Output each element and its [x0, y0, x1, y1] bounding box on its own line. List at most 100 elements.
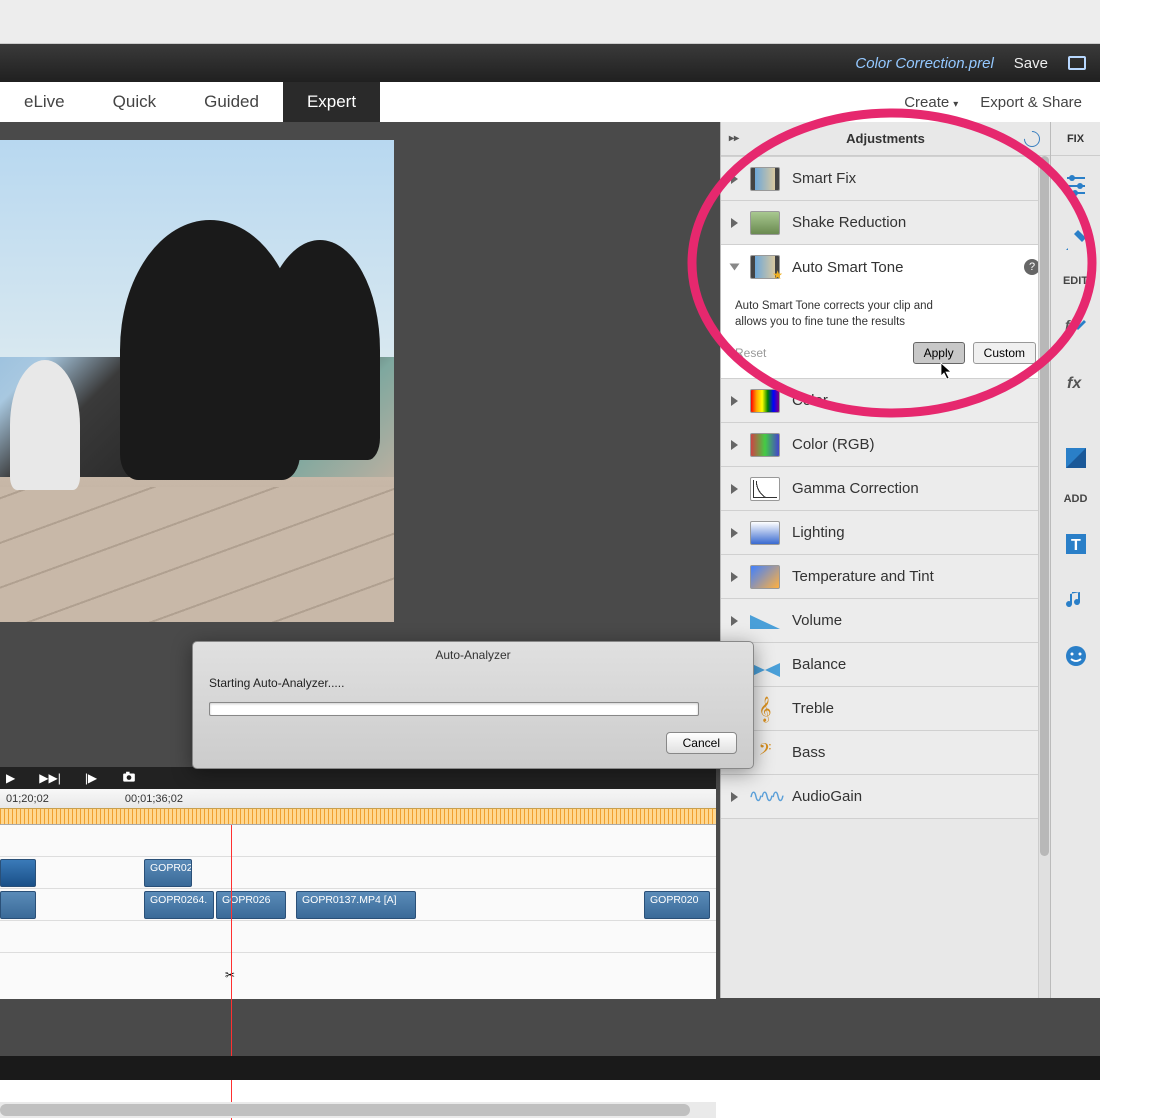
- rail-tools-button[interactable]: [1051, 212, 1100, 268]
- rail-graphics-button[interactable]: [1051, 628, 1100, 684]
- rail-fx-button[interactable]: fx: [1051, 354, 1100, 410]
- adj-label: Auto Smart Tone: [792, 259, 903, 276]
- collapse-icon: [730, 264, 740, 271]
- adj-temperature-tint[interactable]: Temperature and Tint: [721, 555, 1050, 599]
- expand-icon: [731, 174, 738, 184]
- adj-label: Smart Fix: [792, 170, 856, 187]
- adj-label: Temperature and Tint: [792, 568, 934, 585]
- auto-smart-tone-detail: Auto Smart Tone corrects your clip and a…: [721, 289, 1050, 379]
- audio-gain-icon: ∿∿∿: [750, 785, 780, 809]
- adj-volume[interactable]: Volume: [721, 599, 1050, 643]
- razor-tool-icon[interactable]: ✂: [225, 968, 241, 984]
- adj-auto-smart-tone[interactable]: ★ Auto Smart Tone ?: [721, 245, 1050, 289]
- timeline-clip[interactable]: GOPR020: [644, 891, 710, 919]
- adj-label: Shake Reduction: [792, 214, 906, 231]
- tab-guided[interactable]: Guided: [180, 82, 283, 122]
- workspace: ▶ ▶▶| |▶ 01;20;02 00;01;36;02 GOPR02 GOP…: [0, 122, 1100, 1080]
- adj-gamma-correction[interactable]: Gamma Correction: [721, 467, 1050, 511]
- timeline-tick-ruler[interactable]: [0, 809, 716, 825]
- expand-icon: [731, 484, 738, 494]
- collapse-panel-icon[interactable]: ▸▸: [729, 133, 739, 144]
- tab-expert[interactable]: Expert: [283, 82, 380, 122]
- adj-color[interactable]: Color: [721, 379, 1050, 423]
- auto-smart-tone-description: Auto Smart Tone corrects your clip and a…: [735, 299, 955, 330]
- apply-button[interactable]: Apply: [913, 342, 965, 364]
- rail-adjust-button[interactable]: [1051, 156, 1100, 212]
- right-rail: FIX EDIT fx fx ADD T: [1050, 122, 1100, 998]
- adj-smart-fix[interactable]: Smart Fix: [721, 157, 1050, 201]
- progress-bar: [209, 702, 699, 716]
- create-menu[interactable]: Create: [904, 94, 958, 111]
- adj-label: Gamma Correction: [792, 480, 919, 497]
- adj-shake-reduction[interactable]: Shake Reduction: [721, 201, 1050, 245]
- panel-header-adjustments: ▸▸ Adjustments: [721, 122, 1050, 156]
- timeline-clip[interactable]: GOPR026: [216, 891, 286, 919]
- expand-icon: [731, 572, 738, 582]
- rail-fix-label: FIX: [1051, 122, 1100, 156]
- adj-label: Treble: [792, 700, 834, 717]
- svg-text:fx: fx: [1065, 317, 1079, 333]
- adj-lighting[interactable]: Lighting: [721, 511, 1050, 555]
- adj-bass[interactable]: 𝄢 Bass: [721, 731, 1050, 775]
- timeline-clip[interactable]: GOPR0264.: [144, 891, 214, 919]
- timeline-clip[interactable]: GOPR02: [144, 859, 192, 887]
- track-video-2[interactable]: [0, 825, 716, 857]
- rail-edit-label: EDIT: [1051, 268, 1100, 298]
- timeline-scrollbar[interactable]: [0, 1102, 716, 1118]
- rail-titles-button[interactable]: T: [1051, 516, 1100, 572]
- timeline-clip[interactable]: GOPR0137.MP4 [A]: [296, 891, 416, 919]
- timecode-ruler[interactable]: 01;20;02 00;01;36;02: [0, 789, 716, 809]
- timecode-1: 01;20;02: [6, 793, 49, 805]
- app-footer: [0, 1056, 1100, 1080]
- temperature-icon: [750, 565, 780, 589]
- snapshot-button[interactable]: [121, 770, 137, 787]
- timecode-2: 00;01;36;02: [125, 793, 183, 805]
- auto-analyzer-dialog: Auto-Analyzer Starting Auto-Analyzer....…: [192, 641, 754, 769]
- adj-audio-gain[interactable]: ∿∿∿ AudioGain: [721, 775, 1050, 819]
- scrollbar-thumb[interactable]: [0, 1104, 690, 1116]
- rail-music-button[interactable]: [1051, 572, 1100, 628]
- svg-text:fx: fx: [1067, 375, 1082, 392]
- panel-scrollbar[interactable]: [1038, 156, 1050, 998]
- track-video-1[interactable]: GOPR02: [0, 857, 716, 889]
- step-button[interactable]: |▶: [85, 771, 97, 785]
- mode-tabs: eLive Quick Guided Expert Create Export …: [0, 82, 1100, 122]
- custom-button[interactable]: Custom: [973, 342, 1036, 364]
- undo-icon[interactable]: [1021, 127, 1044, 150]
- smart-fix-icon: [750, 167, 780, 191]
- cancel-button[interactable]: Cancel: [666, 732, 737, 754]
- expand-icon: [731, 396, 738, 406]
- title-bar: Color Correction.prel Save: [0, 44, 1100, 82]
- svg-text:T: T: [1071, 537, 1081, 554]
- track-audio-2[interactable]: [0, 921, 716, 953]
- track-audio-1[interactable]: GOPR0264. GOPR026 GOPR0137.MP4 [A] GOPR0…: [0, 889, 716, 921]
- tab-elive[interactable]: eLive: [0, 82, 89, 122]
- tab-quick[interactable]: Quick: [89, 82, 180, 122]
- play-button[interactable]: ▶: [6, 771, 15, 785]
- video-preview[interactable]: [0, 140, 394, 622]
- timeline-clip[interactable]: [0, 891, 36, 919]
- project-filename: Color Correction.prel: [855, 55, 993, 72]
- panel-title: Adjustments: [846, 131, 925, 146]
- adj-treble[interactable]: 𝄞 Treble: [721, 687, 1050, 731]
- adj-balance[interactable]: Balance: [721, 643, 1050, 687]
- adj-color-rgb[interactable]: Color (RGB): [721, 423, 1050, 467]
- expand-icon: [731, 528, 738, 538]
- fullscreen-icon[interactable]: [1068, 56, 1086, 70]
- rail-fx-edit-button[interactable]: fx: [1051, 298, 1100, 354]
- timeline-clip[interactable]: [0, 859, 36, 887]
- export-share-button[interactable]: Export & Share: [980, 94, 1082, 111]
- gamma-icon: [750, 477, 780, 501]
- timeline[interactable]: GOPR02 GOPR0264. GOPR026 GOPR0137.MP4 [A…: [0, 825, 716, 999]
- balance-icon: [750, 653, 780, 677]
- scrollbar-thumb[interactable]: [1040, 156, 1049, 856]
- adj-label: Color: [792, 392, 828, 409]
- reset-link[interactable]: Reset: [735, 346, 766, 360]
- save-button[interactable]: Save: [1014, 55, 1048, 72]
- treble-clef-icon: 𝄞: [750, 697, 780, 721]
- adj-label: Bass: [792, 744, 825, 761]
- next-frame-button[interactable]: ▶▶|: [39, 771, 61, 785]
- volume-icon: [750, 609, 780, 633]
- rail-transitions-button[interactable]: [1051, 430, 1100, 486]
- adj-label: Balance: [792, 656, 846, 673]
